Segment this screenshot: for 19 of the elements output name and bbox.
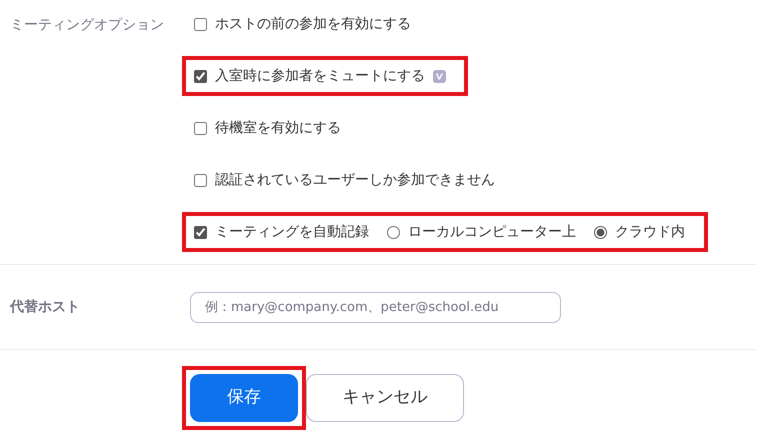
option-label[interactable]: 認証されているユーザーしか参加できません [215,170,495,190]
checkbox[interactable] [194,18,207,30]
radio-button[interactable] [594,226,607,238]
checkbox[interactable] [194,174,207,186]
radio-label[interactable]: ローカルコンピューター上 [408,222,576,242]
checkbox[interactable] [194,70,207,82]
checkbox[interactable] [194,226,207,238]
field-label: 代替ホスト [10,298,80,314]
option-label[interactable]: 入室時に参加者をミュートにする [215,66,425,86]
radio-button[interactable] [387,226,400,238]
radio-label[interactable]: クラウド内 [615,222,685,242]
email-field[interactable]: 例：mary@company.com、peter@school.edu [190,292,561,322]
checkbox[interactable] [194,122,207,134]
cancel-button[interactable]: キャンセル [306,374,464,422]
option-label[interactable]: ホストの前の参加を有効にする [215,14,411,34]
option-label[interactable]: 待機室を有効にする [215,118,341,138]
save-button[interactable]: 保存 [190,374,298,422]
option-label[interactable]: ミーティングを自動記録 [215,222,369,242]
section-label: ミーティングオプション [10,17,164,33]
